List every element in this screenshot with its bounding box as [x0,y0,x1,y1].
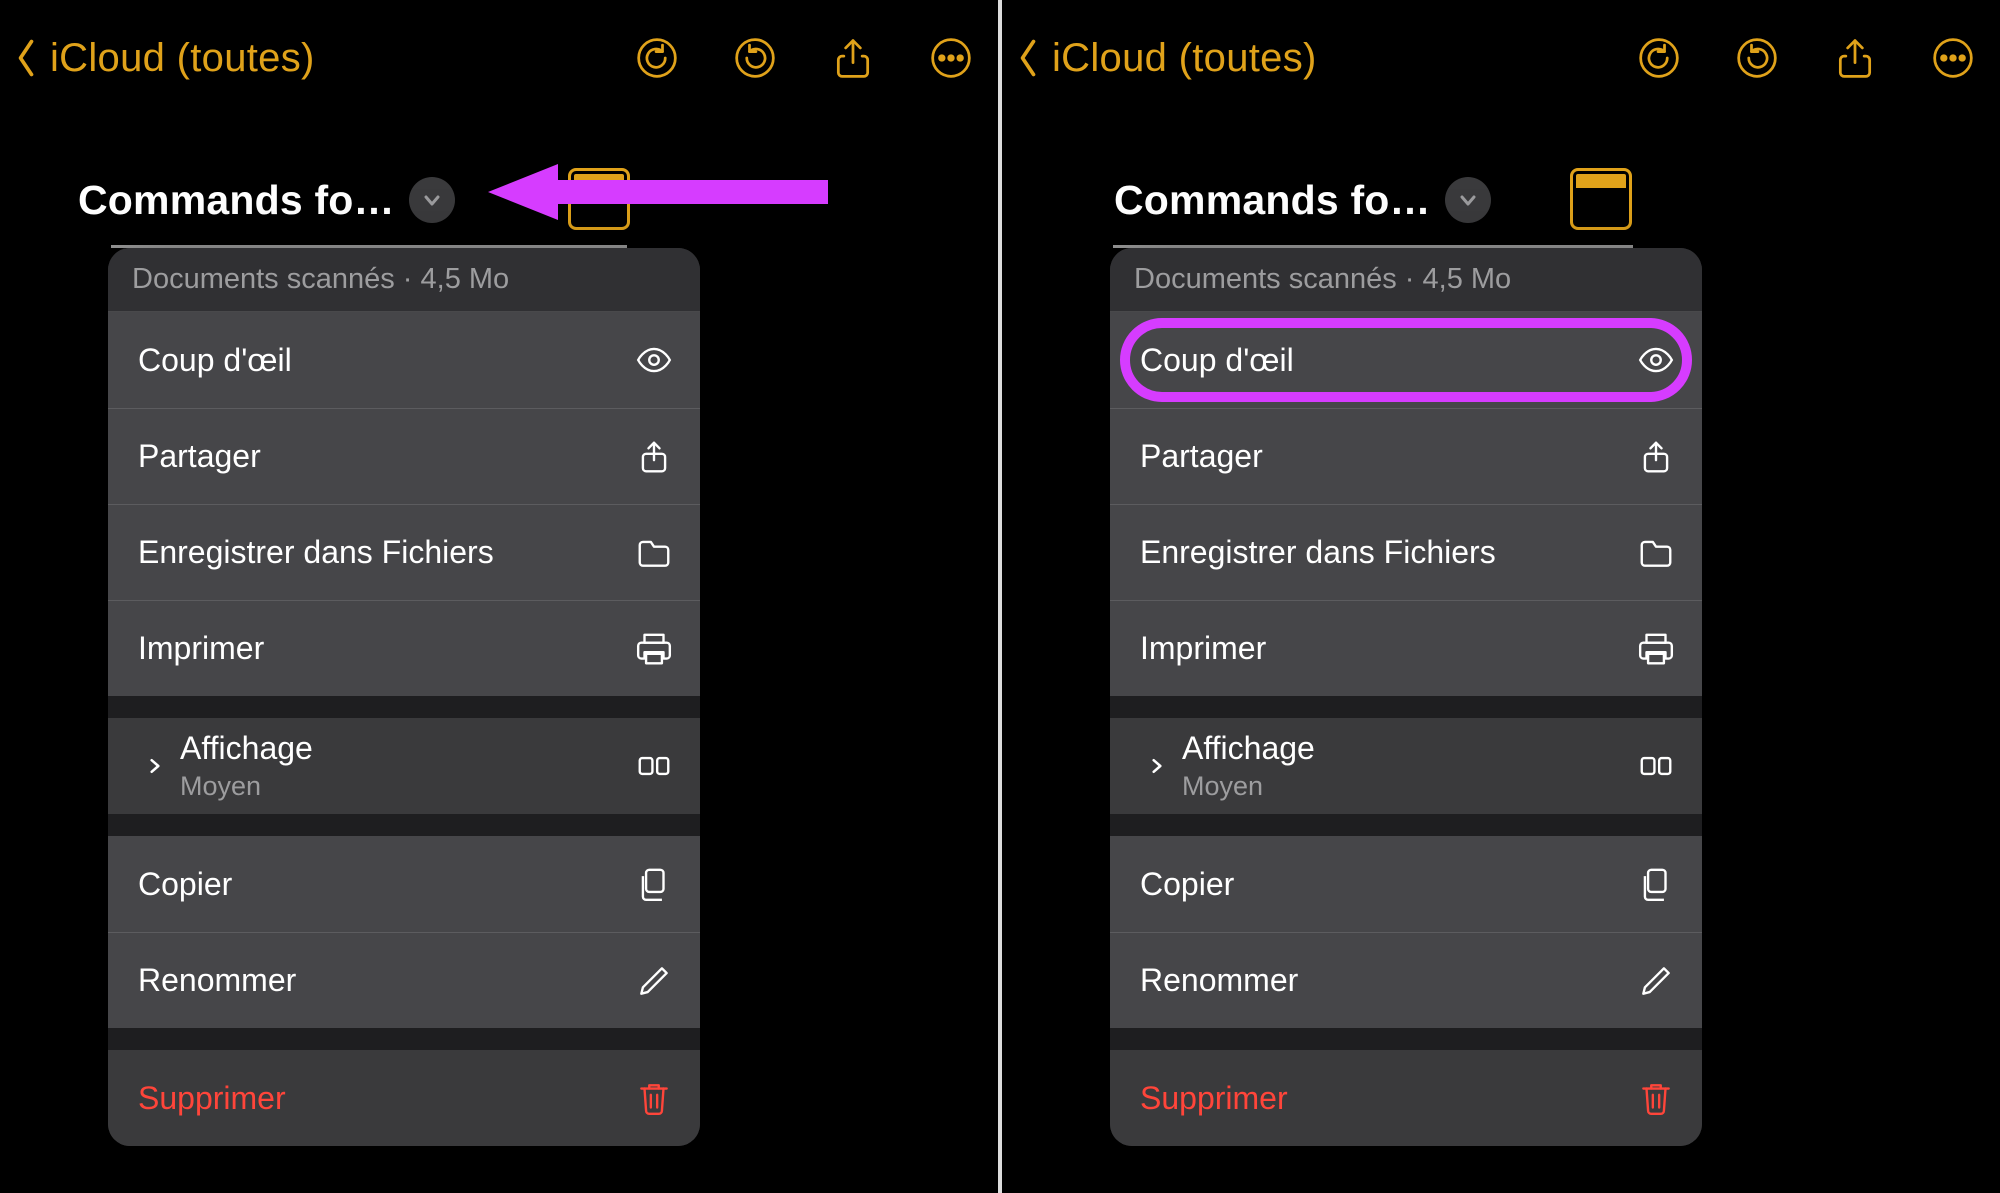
back-button[interactable]: iCloud (toutes) [1008,28,1634,88]
menu-item-label: Affichage [1182,730,1634,767]
menu-item-label: Renommer [1140,962,1634,999]
undo-button[interactable] [632,33,682,83]
back-label: iCloud (toutes) [1052,36,1317,81]
menu-item-delete[interactable]: Supprimer [1110,1050,1702,1146]
eye-icon [632,338,676,382]
share-icon [1634,435,1678,479]
more-button[interactable] [926,33,976,83]
layout-icon [1634,744,1678,788]
menu-item-label: Enregistrer dans Fichiers [1140,534,1634,571]
pencil-icon [632,959,676,1003]
collapse-button[interactable] [1445,177,1491,223]
chevron-right-icon [138,756,172,776]
folder-icon [1634,531,1678,575]
redo-button[interactable] [730,33,780,83]
chevron-left-icon [6,28,46,88]
menu-item-delete[interactable]: Supprimer [108,1050,700,1146]
folder-icon [632,531,676,575]
menu-item-view[interactable]: Affichage Moyen [1110,718,1702,814]
menu-item-share[interactable]: Partager [108,408,700,504]
nav-actions [632,33,976,83]
menu-item-rename[interactable]: Renommer [1110,932,1702,1028]
share-button[interactable] [828,33,878,83]
collapse-button[interactable] [409,177,455,223]
menu-item-label: Partager [1140,438,1634,475]
more-button[interactable] [1928,33,1978,83]
menu-item-share[interactable]: Partager [1110,408,1702,504]
screenshot-right: iCloud (toutes) Commands fo… Documents s [1002,0,2000,1193]
copy-icon [1634,862,1678,906]
share-button[interactable] [1830,33,1880,83]
menu-item-label: Imprimer [1140,630,1634,667]
layout-icon [632,744,676,788]
note-title: Commands fo… [78,177,395,224]
note-title: Commands fo… [1114,177,1431,224]
menu-item-save-files[interactable]: Enregistrer dans Fichiers [108,504,700,600]
context-menu: Documents scannés · 4,5 Mo Coup d'œil Pa… [1110,248,1702,1146]
back-button[interactable]: iCloud (toutes) [6,28,632,88]
context-menu: Documents scannés · 4,5 Mo Coup d'œil Pa… [108,248,700,1146]
nav-actions [1634,33,1978,83]
attachment-thumbnail[interactable] [568,168,630,230]
annotation-arrow [488,162,828,222]
share-icon [632,435,676,479]
menu-item-quicklook[interactable]: Coup d'œil [1110,312,1702,408]
menu-item-copy[interactable]: Copier [1110,836,1702,932]
menu-item-rename[interactable]: Renommer [108,932,700,1028]
trash-icon [1634,1076,1678,1120]
nav-bar: iCloud (toutes) [1002,28,2000,88]
menu-item-label: Copier [1140,866,1634,903]
printer-icon [1634,627,1678,671]
menu-item-label: Imprimer [138,630,632,667]
menu-item-label: Partager [138,438,632,475]
menu-item-label: Coup d'œil [138,342,632,379]
menu-item-label: Supprimer [1140,1080,1634,1117]
note-title-bar: Commands fo… [1114,160,1491,240]
back-label: iCloud (toutes) [50,36,315,81]
menu-item-label: Enregistrer dans Fichiers [138,534,632,571]
menu-item-save-files[interactable]: Enregistrer dans Fichiers [1110,504,1702,600]
printer-icon [632,627,676,671]
menu-item-print[interactable]: Imprimer [108,600,700,696]
menu-item-sublabel: Moyen [1182,771,1634,802]
menu-item-sublabel: Moyen [180,771,632,802]
undo-button[interactable] [1634,33,1684,83]
chevron-left-icon [1008,28,1048,88]
redo-button[interactable] [1732,33,1782,83]
menu-item-label: Copier [138,866,632,903]
chevron-right-icon [1140,756,1174,776]
trash-icon [632,1076,676,1120]
menu-item-label: Affichage [180,730,632,767]
menu-item-copy[interactable]: Copier [108,836,700,932]
menu-item-print[interactable]: Imprimer [1110,600,1702,696]
pencil-icon [1634,959,1678,1003]
menu-item-label: Renommer [138,962,632,999]
menu-item-view[interactable]: Affichage Moyen [108,718,700,814]
attachment-thumbnail[interactable] [1570,168,1632,230]
menu-item-label: Coup d'œil [1140,342,1634,379]
screenshot-left: iCloud (toutes) Commands fo… Document [0,0,998,1193]
menu-header: Documents scannés · 4,5 Mo [1110,248,1702,312]
menu-item-quicklook[interactable]: Coup d'œil [108,312,700,408]
nav-bar: iCloud (toutes) [0,28,998,88]
note-title-bar: Commands fo… [78,160,455,240]
menu-header: Documents scannés · 4,5 Mo [108,248,700,312]
eye-icon [1634,338,1678,382]
copy-icon [632,862,676,906]
menu-item-label: Supprimer [138,1080,632,1117]
